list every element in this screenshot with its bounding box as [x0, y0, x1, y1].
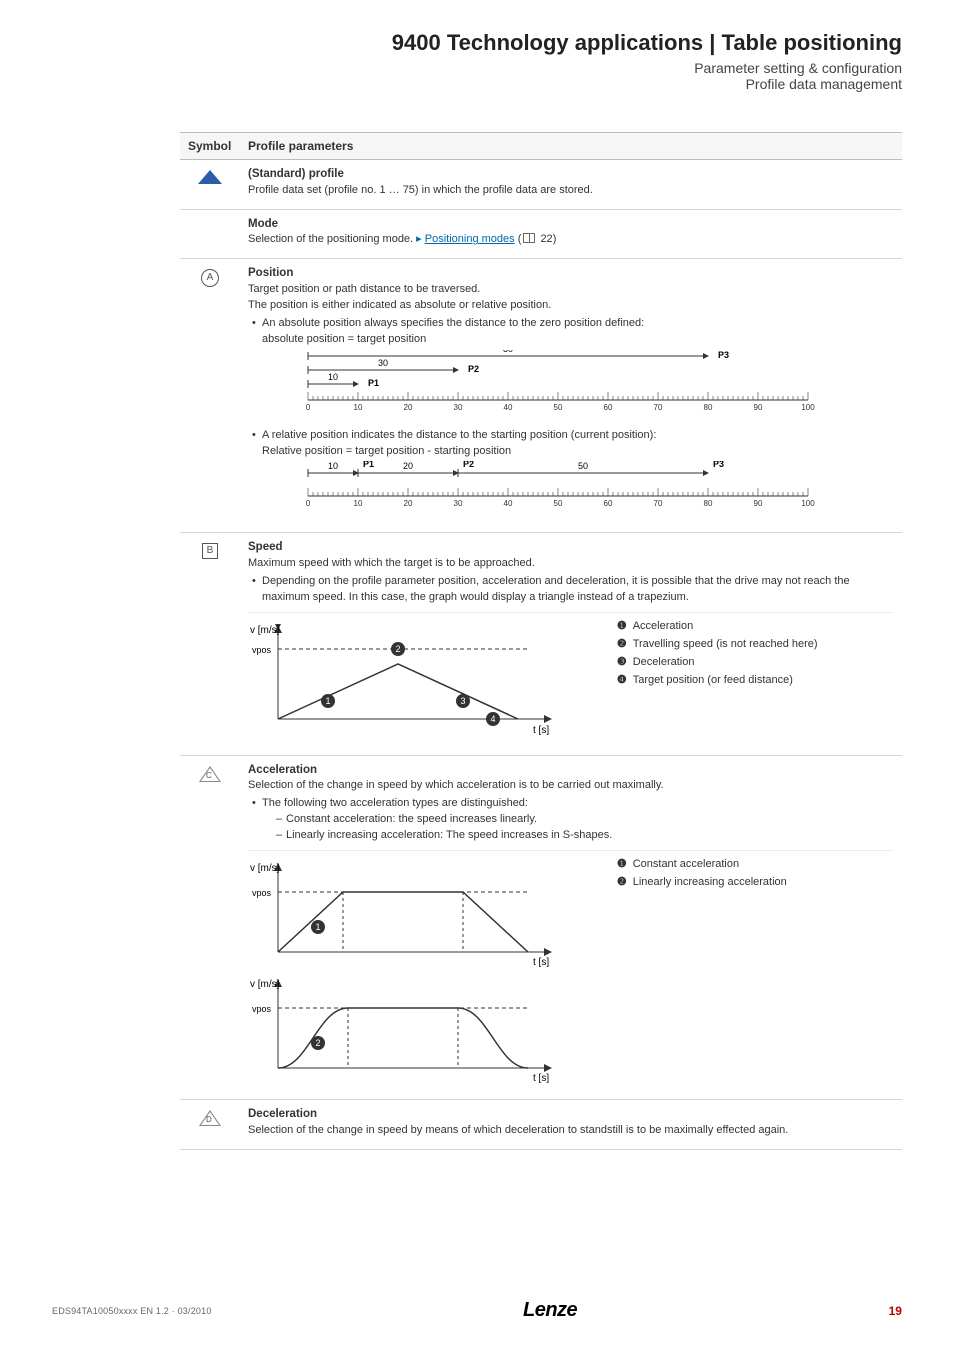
- svg-text:80: 80: [704, 499, 713, 508]
- page-header: 9400 Technology applications | Table pos…: [180, 30, 902, 92]
- svg-text:100: 100: [801, 403, 815, 412]
- speed-title: Speed: [248, 539, 894, 556]
- positioning-modes-link[interactable]: Positioning modes: [425, 233, 515, 245]
- svg-text:4: 4: [490, 714, 495, 724]
- svg-text:90: 90: [754, 403, 763, 412]
- svg-text:P2: P2: [463, 461, 474, 469]
- svg-text:P3: P3: [713, 461, 724, 469]
- svg-text:20: 20: [404, 403, 413, 412]
- symbol-d-icon: D: [199, 1110, 221, 1126]
- svg-text:50: 50: [554, 403, 563, 412]
- constant-accel-chart: v [m/s] t [s] vpos 1: [248, 857, 568, 967]
- symbol-b-icon: B: [202, 543, 218, 559]
- page-number: 19: [889, 1304, 902, 1318]
- svg-text:vpos: vpos: [252, 888, 272, 898]
- position-title: Position: [248, 265, 894, 282]
- speed-triangle-chart: v [m/s] t [s] vpos 1 2 3: [248, 619, 568, 739]
- profile-triangle-icon: [198, 170, 222, 184]
- svg-text:50: 50: [578, 461, 588, 471]
- svg-text:v [m/s]: v [m/s]: [250, 863, 280, 874]
- svg-text:40: 40: [504, 403, 513, 412]
- svg-text:10: 10: [354, 499, 363, 508]
- svg-text:0: 0: [306, 499, 311, 508]
- svg-text:1: 1: [325, 696, 330, 706]
- svg-text:60: 60: [604, 499, 613, 508]
- svg-text:80: 80: [503, 350, 513, 354]
- svg-text:v [m/s]: v [m/s]: [250, 979, 280, 990]
- svg-text:10: 10: [354, 403, 363, 412]
- row-speed: B Speed Maximum speed with which the tar…: [180, 533, 902, 755]
- symbol-a-icon: A: [201, 269, 219, 287]
- svg-text:t [s]: t [s]: [533, 957, 549, 967]
- brand-logo: Lenze: [523, 1299, 577, 1322]
- absolute-position-ruler: 0 10 20 30 40 50 60 70 80 90 100 10 P1 30 P2: [288, 350, 848, 420]
- speed-legend: ❶Acceleration ❷Travelling speed (is not …: [617, 619, 894, 745]
- col-params: Profile parameters: [240, 133, 902, 160]
- scurve-accel-chart: v [m/s] t [s] vpos 2: [248, 973, 568, 1083]
- row-deceleration: D Deceleration Selection of the change i…: [180, 1100, 902, 1150]
- header-sub1: Parameter setting & configuration: [180, 60, 902, 76]
- svg-text:30: 30: [454, 403, 463, 412]
- svg-text:t [s]: t [s]: [533, 725, 549, 736]
- col-symbol: Symbol: [180, 133, 240, 160]
- svg-text:30: 30: [378, 358, 388, 368]
- position-line1: Target position or path distance to be t…: [248, 282, 894, 298]
- svg-text:20: 20: [403, 461, 413, 471]
- svg-text:P1: P1: [368, 378, 379, 388]
- row-acceleration: C Acceleration Selection of the change i…: [180, 755, 902, 1099]
- svg-text:vpos: vpos: [252, 645, 272, 655]
- header-sub2: Profile data management: [180, 76, 902, 92]
- svg-text:90: 90: [754, 499, 763, 508]
- row-position: A Position Target position or path dista…: [180, 259, 902, 533]
- svg-text:0: 0: [306, 403, 311, 412]
- page-title: 9400 Technology applications | Table pos…: [180, 30, 902, 56]
- mode-desc: Selection of the positioning mode. ▸ Pos…: [248, 232, 894, 248]
- svg-text:50: 50: [554, 499, 563, 508]
- svg-text:80: 80: [704, 403, 713, 412]
- svg-text:100: 100: [801, 499, 815, 508]
- svg-text:P2: P2: [468, 364, 479, 374]
- svg-text:20: 20: [404, 499, 413, 508]
- accel-legend: ❶Constant acceleration ❷Linearly increas…: [617, 857, 894, 1089]
- book-icon: [523, 233, 535, 243]
- svg-text:2: 2: [395, 644, 400, 654]
- accel-title: Acceleration: [248, 762, 894, 779]
- row-standard-profile: (Standard) profile Profile data set (pro…: [180, 160, 902, 210]
- symbol-c-icon: C: [199, 766, 221, 782]
- position-line2: The position is either indicated as abso…: [248, 298, 894, 314]
- svg-text:60: 60: [604, 403, 613, 412]
- svg-text:vpos: vpos: [252, 1004, 272, 1014]
- profile-desc: Profile data set (profile no. 1 … 75) in…: [248, 183, 894, 199]
- page-footer: EDS94TA10050xxxx EN 1.2 · 03/2010 Lenze …: [52, 1299, 902, 1322]
- svg-text:3: 3: [460, 696, 465, 706]
- relative-position-ruler: 0 10 20 30 40 50 60 70 80 90 100 10 P1 20 P2: [288, 461, 848, 516]
- svg-text:70: 70: [654, 403, 663, 412]
- svg-text:10: 10: [328, 372, 338, 382]
- svg-text:10: 10: [328, 461, 338, 471]
- document-id: EDS94TA10050xxxx EN 1.2 · 03/2010: [52, 1306, 212, 1316]
- svg-text:2: 2: [315, 1038, 320, 1048]
- profile-title: (Standard) profile: [248, 166, 894, 183]
- svg-text:P3: P3: [718, 350, 729, 360]
- svg-text:1: 1: [315, 922, 320, 932]
- svg-text:40: 40: [504, 499, 513, 508]
- svg-text:30: 30: [454, 499, 463, 508]
- mode-title: Mode: [248, 216, 894, 233]
- decel-title: Deceleration: [248, 1106, 894, 1123]
- svg-text:v [m/s]: v [m/s]: [250, 625, 280, 636]
- svg-text:P1: P1: [363, 461, 374, 469]
- profile-parameters-table: Symbol Profile parameters (Standard) pro…: [180, 132, 902, 1150]
- row-mode: Mode Selection of the positioning mode. …: [180, 209, 902, 259]
- svg-text:70: 70: [654, 499, 663, 508]
- svg-text:t [s]: t [s]: [533, 1073, 549, 1083]
